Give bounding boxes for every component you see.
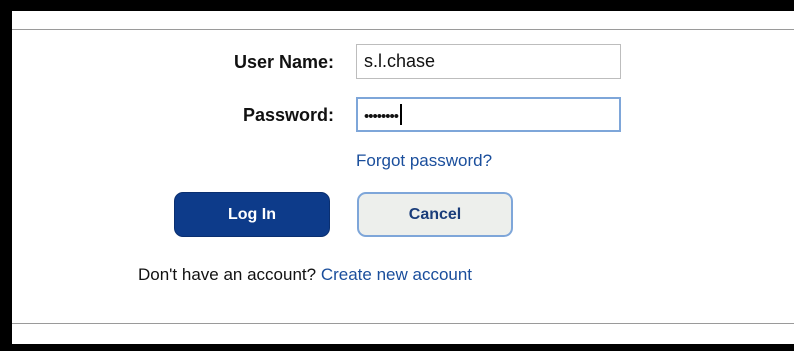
username-label: User Name: — [233, 52, 334, 72]
forgot-password-link[interactable]: Forgot password? — [356, 151, 492, 171]
divider-bottom — [12, 323, 794, 324]
login-panel: User Name: s.l.chase Password: •••••••• … — [12, 11, 794, 344]
cancel-button[interactable]: Cancel — [357, 192, 513, 237]
login-button[interactable]: Log In — [174, 192, 330, 237]
text-caret — [400, 104, 403, 125]
password-label: Password: — [242, 105, 334, 125]
password-value: •••••••• — [364, 108, 399, 125]
username-value: s.l.chase — [364, 51, 436, 71]
create-account-link[interactable]: Create new account — [321, 265, 472, 284]
username-field[interactable]: s.l.chase — [356, 44, 621, 79]
signup-prompt: Don't have an account? Create new accoun… — [138, 265, 472, 285]
password-field[interactable]: •••••••• — [356, 97, 621, 132]
divider-top — [12, 29, 794, 30]
no-account-text: Don't have an account? — [138, 265, 317, 284]
